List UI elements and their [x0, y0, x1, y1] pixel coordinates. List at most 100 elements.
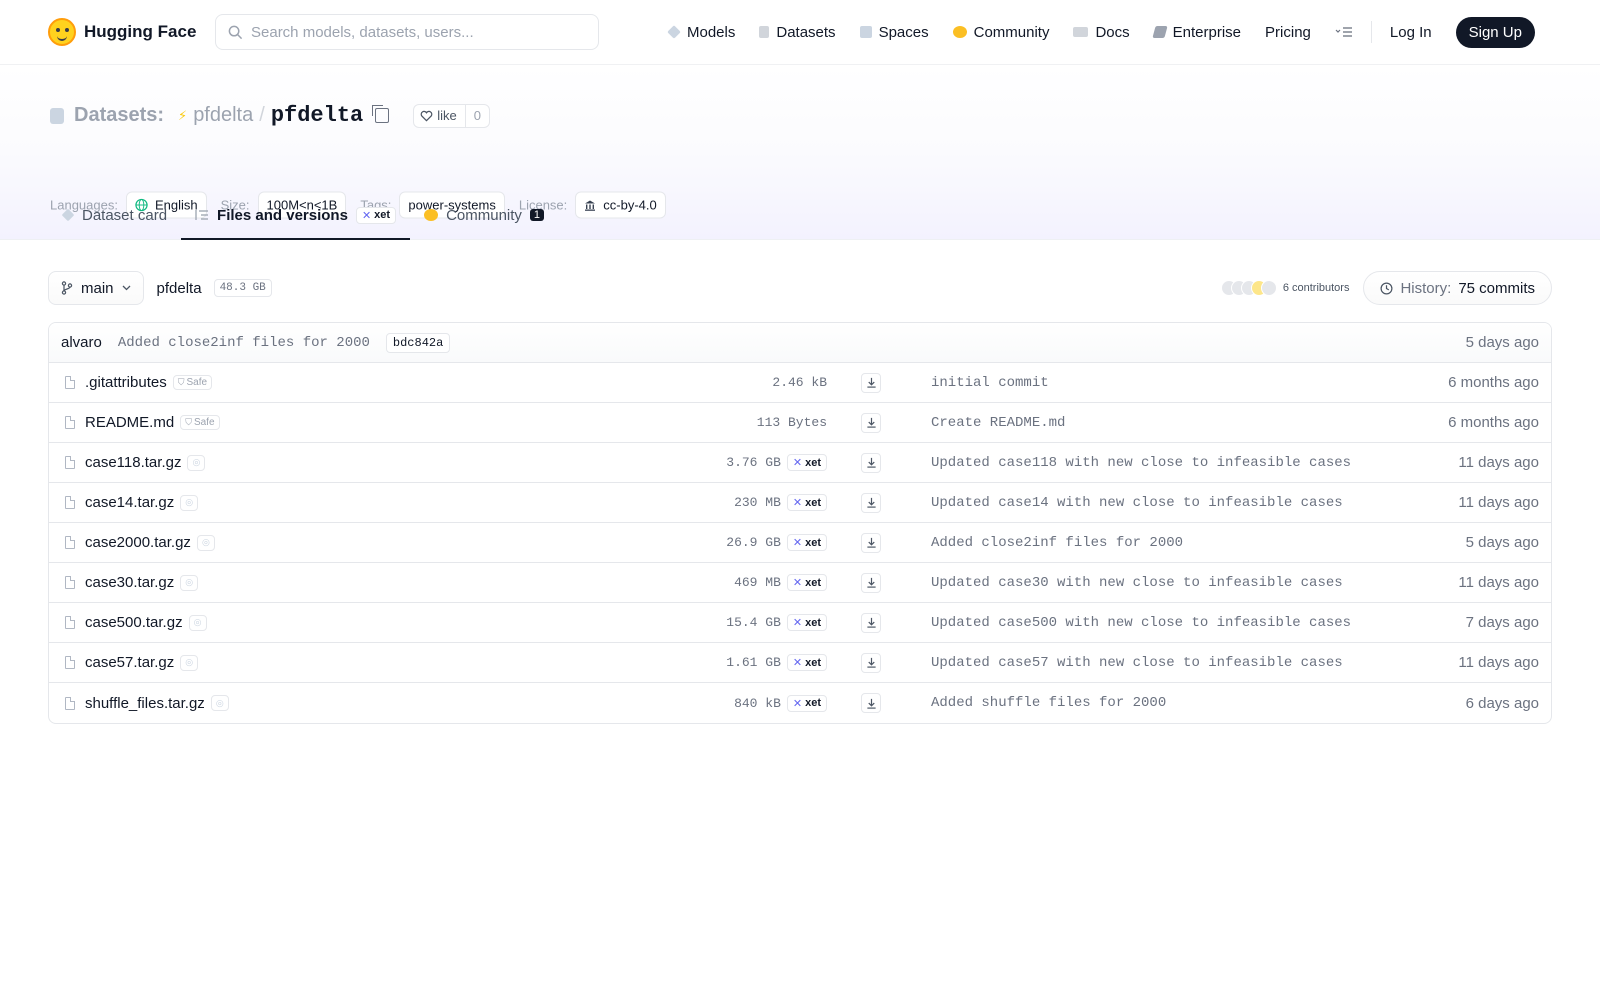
xet-storage-badge[interactable]: ✕ xet: [786, 694, 827, 712]
file-name: .gitattributes: [85, 374, 167, 391]
file-name: shuffle_files.tar.gz: [85, 694, 205, 712]
table-row: case14.tar.gz ◎ 230 MB ✕ xet Updated case…: [49, 483, 1551, 523]
like-toggle[interactable]: like: [414, 108, 465, 123]
copy-icon[interactable]: [372, 105, 390, 123]
tab-dataset-card-label: Dataset card: [82, 206, 168, 224]
file-commit-message[interactable]: Create README.md: [931, 415, 1065, 431]
lfs-pointer-badge[interactable]: ◎: [187, 454, 206, 471]
nav-models[interactable]: Models: [667, 24, 735, 41]
download-button[interactable]: [861, 693, 881, 713]
download-button[interactable]: [861, 372, 881, 393]
file-commit-time: 6 days ago: [1465, 694, 1539, 712]
nav-docs-label: Docs: [1095, 23, 1130, 41]
repo-owner-link[interactable]: pfdelta: [193, 104, 253, 127]
xet-storage-badge[interactable]: ✕ xet: [786, 454, 827, 471]
repo-path-breadcrumb[interactable]: pfdelta: [157, 280, 202, 297]
table-row: case118.tar.gz ◎ 3.76 GB ✕ xet Updated ca…: [49, 443, 1551, 483]
safe-badge[interactable]: ⛉ Safe: [172, 375, 213, 390]
download-button[interactable]: [861, 612, 881, 633]
nav-enterprise-label: Enterprise: [1172, 23, 1242, 41]
lfs-pointer-badge[interactable]: ◎: [180, 494, 199, 511]
xet-storage-badge[interactable]: ✕ xet: [786, 654, 827, 671]
brand-link[interactable]: Hugging Face: [48, 18, 213, 46]
docs-icon: [1073, 27, 1089, 37]
branch-selector[interactable]: main: [48, 271, 144, 305]
download-button[interactable]: [861, 572, 881, 593]
tab-dataset-card[interactable]: Dataset card: [48, 191, 181, 239]
tab-community-label: Community: [446, 206, 522, 224]
file-name-link[interactable]: shuffle_files.tar.gz ◎: [85, 695, 229, 712]
file-name-link[interactable]: README.md ⛉ Safe: [85, 414, 220, 431]
xet-icon: ✕: [792, 577, 803, 589]
like-button[interactable]: like 0: [413, 103, 490, 128]
file-name: case118.tar.gz: [85, 454, 182, 471]
repo-header: Datasets: ⚡ pfdelta / pfdelta like 0 Lan…: [0, 65, 1600, 240]
download-button[interactable]: [861, 412, 881, 433]
nav-docs[interactable]: Docs: [1073, 23, 1130, 41]
login-link[interactable]: Log In: [1390, 24, 1432, 41]
fingerprint-icon: ◎: [185, 497, 194, 507]
file-commit-message[interactable]: Updated case57 with new close to infeasi…: [931, 655, 1343, 671]
file-name: case57.tar.gz: [85, 654, 175, 671]
like-count[interactable]: 0: [464, 104, 489, 127]
nav-community[interactable]: Community: [952, 24, 1049, 41]
file-commit-time: 11 days ago: [1458, 494, 1539, 511]
lfs-pointer-badge[interactable]: ◎: [180, 654, 199, 671]
file-commit-message[interactable]: Updated case118 with new close to infeas…: [931, 455, 1351, 471]
safe-badge[interactable]: ⛉ Safe: [180, 415, 220, 430]
nav-datasets[interactable]: Datasets: [759, 24, 836, 41]
file-commit-message[interactable]: Updated case500 with new close to infeas…: [931, 615, 1351, 631]
download-icon: [866, 417, 876, 428]
file-commit-time: 6 months ago: [1448, 374, 1539, 391]
nav-enterprise[interactable]: Enterprise: [1152, 23, 1242, 41]
file-name-link[interactable]: .gitattributes ⛉ Safe: [85, 374, 213, 391]
xet-storage-badge[interactable]: ✕ xet: [786, 574, 827, 591]
download-button[interactable]: [861, 452, 881, 473]
license-value: cc-by-4.0: [603, 197, 657, 213]
signup-button[interactable]: Sign Up: [1455, 16, 1535, 48]
file-commit-message[interactable]: Added shuffle files for 2000: [931, 695, 1166, 711]
menu-button[interactable]: [1335, 26, 1353, 38]
lfs-pointer-badge[interactable]: ◎: [210, 695, 229, 711]
license-tag[interactable]: cc-by-4.0: [575, 191, 666, 219]
contributors[interactable]: 6 contributors: [1220, 280, 1349, 296]
file-name-link[interactable]: case500.tar.gz ◎: [85, 614, 207, 631]
table-row: case30.tar.gz ◎ 469 MB ✕ xet Updated case…: [49, 563, 1551, 603]
file-commit-message[interactable]: Updated case14 with new close to infeasi…: [931, 495, 1343, 511]
file-name-link[interactable]: case2000.tar.gz ◎: [85, 534, 215, 551]
search-input[interactable]: [251, 23, 571, 41]
xet-storage-badge[interactable]: ✕ xet: [786, 614, 827, 631]
file-commit-message[interactable]: Added close2inf files for 2000: [931, 535, 1183, 551]
file-size-cell: 1.61 GB ✕ xet: [709, 654, 827, 671]
file-name-link[interactable]: case14.tar.gz ◎: [85, 494, 199, 511]
download-button[interactable]: [861, 532, 881, 553]
table-row: shuffle_files.tar.gz ◎ 840 kB ✕ xet Added…: [49, 683, 1551, 723]
fingerprint-icon: ◎: [192, 457, 201, 467]
download-button[interactable]: [861, 652, 881, 673]
lfs-pointer-badge[interactable]: ◎: [180, 574, 199, 591]
tab-files-and-versions[interactable]: Files and versions ✕ xet: [181, 191, 411, 240]
history-button[interactable]: History: 75 commits: [1363, 271, 1552, 305]
repo-type-link[interactable]: Datasets:: [74, 104, 164, 127]
lfs-pointer-badge[interactable]: ◎: [196, 534, 215, 551]
repo-name-link[interactable]: pfdelta: [271, 103, 363, 128]
file-name-link[interactable]: case57.tar.gz ◎: [85, 654, 199, 671]
branch-name: main: [81, 279, 114, 297]
xet-storage-badge[interactable]: ✕ xet: [786, 494, 827, 511]
file-name-link[interactable]: case118.tar.gz ◎: [85, 454, 206, 471]
xet-storage-badge[interactable]: ✕ xet: [786, 534, 827, 551]
lfs-pointer-badge[interactable]: ◎: [188, 614, 207, 631]
commit-message[interactable]: Added close2inf files for 2000: [118, 335, 370, 351]
tab-community[interactable]: Community 1: [410, 191, 558, 239]
commit-author[interactable]: alvaro: [61, 334, 102, 351]
download-button[interactable]: [861, 492, 881, 513]
file-icon: [65, 616, 75, 629]
file-commit-time: 6 months ago: [1448, 414, 1539, 431]
commit-sha[interactable]: bdc842a: [385, 332, 451, 353]
nav-spaces[interactable]: Spaces: [859, 24, 929, 41]
file-commit-message[interactable]: initial commit: [931, 375, 1049, 391]
nav-pricing[interactable]: Pricing: [1265, 24, 1311, 41]
download-icon: [866, 457, 876, 468]
file-commit-message[interactable]: Updated case30 with new close to infeasi…: [931, 575, 1343, 591]
file-name-link[interactable]: case30.tar.gz ◎: [85, 574, 199, 591]
